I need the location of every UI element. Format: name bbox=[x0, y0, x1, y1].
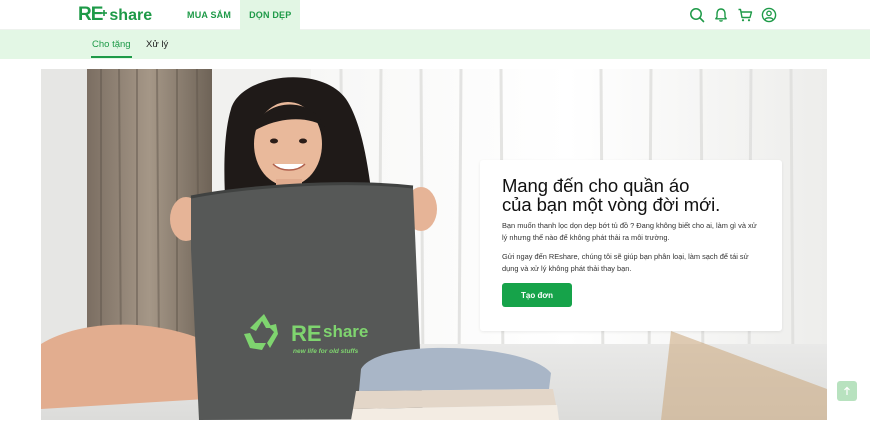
bag-tagline: new life for old stuffs bbox=[293, 348, 359, 355]
brand-logo[interactable]: RE share bbox=[78, 5, 152, 25]
nav-item-mua-sam[interactable]: MUA SẮM bbox=[178, 0, 240, 30]
search-icon[interactable] bbox=[688, 6, 706, 24]
user-icon[interactable] bbox=[760, 6, 778, 24]
logo-share-text: share bbox=[109, 7, 153, 24]
hero-title: Mang đến cho quần áo của bạn một vòng đờ… bbox=[502, 176, 760, 214]
tab-cho-tang[interactable]: Cho tặng bbox=[92, 30, 131, 59]
hero-title-line-1: Mang đến cho quần áo bbox=[502, 175, 690, 196]
nav-item-don-dep[interactable]: DỌN DẸP bbox=[240, 0, 301, 30]
top-header: RE share MUA SẮM DỌN DẸP bbox=[0, 0, 870, 30]
scroll-to-top-button[interactable] bbox=[837, 381, 857, 401]
cart-icon[interactable] bbox=[736, 6, 754, 24]
hero-title-line-2: của bạn một vòng đời mới. bbox=[502, 194, 721, 215]
tab-xu-ly[interactable]: Xử lý bbox=[146, 30, 168, 59]
hero-paragraph-1: Bạn muốn thanh lọc dọn dẹp bớt tủ đồ ? Đ… bbox=[502, 221, 757, 242]
bag-logo-re: RE bbox=[291, 321, 322, 346]
arrow-up-icon bbox=[844, 386, 850, 395]
logo-re-text: RE bbox=[78, 4, 103, 25]
hero-banner: RE share new life for old stuffs Mang đế… bbox=[41, 69, 827, 420]
hero-paragraph-2: Gửi ngay đến REshare, chúng tôi sẽ giúp … bbox=[502, 252, 749, 273]
bell-icon[interactable] bbox=[712, 6, 730, 24]
create-order-button[interactable]: Tạo đơn bbox=[502, 283, 572, 307]
hero-card: Mang đến cho quần áo của bạn một vòng đờ… bbox=[480, 160, 782, 331]
header-actions bbox=[688, 6, 778, 24]
sub-nav: Cho tặng Xử lý bbox=[0, 30, 870, 59]
logo-plus-icon bbox=[101, 3, 108, 16]
top-nav: MUA SẮM DỌN DẸP bbox=[178, 0, 301, 30]
active-tab-underline bbox=[91, 56, 132, 58]
bag-logo-share: share bbox=[323, 322, 368, 341]
